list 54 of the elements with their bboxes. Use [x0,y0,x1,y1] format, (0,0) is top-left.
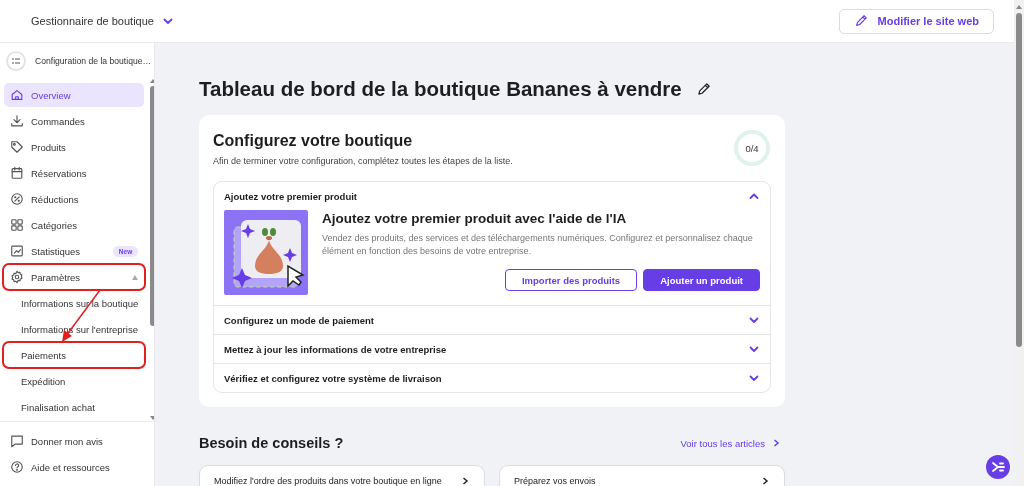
articles-link[interactable]: Voir tous les articles [680,437,781,449]
edit-website-button[interactable]: Modifier le site web [838,8,994,34]
sidebar-item[interactable]: Overview [4,83,145,107]
sidebar-item[interactable]: Réductions [4,187,145,211]
home-icon [10,88,24,102]
sidebar-item[interactable]: Expédition [4,369,145,393]
import-products-button[interactable]: Importer des produits [504,269,638,292]
sidebar-link[interactable]: Donner mon avis [10,428,154,454]
section-title: Besoin de conseils ? [199,435,344,451]
step-heading: Ajoutez votre premier produit avec l'aide de l'IA [322,211,628,226]
sidebar-item[interactable]: Réservations [4,161,145,185]
scrollbar[interactable] [1014,0,1024,486]
chevron-right-icon [460,476,470,486]
article-title: Modifiez l'ordre des produits dans votre boutique en ligne [214,476,442,486]
step-header[interactable]: Mettez à jour les informations de votre entreprise [214,335,770,363]
store-setup-link[interactable]: Configuration de la boutique… [35,56,152,66]
pencil-icon [695,81,711,97]
sidebar-item[interactable]: Catégories [4,213,145,237]
progress-count: 0/4 [745,142,759,154]
chart-icon [10,244,24,258]
assistant-button[interactable] [986,455,1010,479]
grid-icon [10,218,24,232]
sidebar-item[interactable]: Commandes [4,109,145,133]
step-header[interactable]: Vérifiez et configurez votre système de livraison [214,364,770,392]
discount-icon [10,192,24,206]
chat-icon [10,434,24,448]
chevron-right-icon [771,438,781,448]
progress-ring [733,129,771,167]
sidebar-item[interactable]: Paiements [4,343,145,367]
article-card[interactable]: Préparez vos envois [499,465,785,486]
tag-icon [10,140,24,154]
sidebar-item[interactable]: Finalisation achat [4,395,145,419]
step-description: Vendez des produits, des services et des téléchargements numériques. Configurez et personnalisez chaque élément en fonction des besoins de votre entreprise. [322,232,754,258]
arrows-icon [991,460,1005,474]
store-switcher[interactable]: Gestionnaire de boutique [31,15,154,27]
settings-icon [10,270,24,284]
add-product-button[interactable]: Ajouter un produit [643,269,760,292]
checklist-icon [6,51,26,71]
sidebar-item[interactable]: Informations sur la boutique [4,291,145,315]
sidebar-item[interactable]: Paramètres [4,265,145,289]
step-header[interactable]: Configurez un mode de paiement [214,306,770,334]
article-title: Préparez vos envois [514,476,596,486]
card-title: Configurez votre boutique [213,132,414,150]
page-title: Tableau de bord de la boutique Bananes à vendre [199,77,682,101]
sidebar-item[interactable]: Produits [4,135,145,159]
article-card[interactable]: Modifiez l'ordre des produits dans votre boutique en ligne [199,465,485,486]
calendar-icon [10,166,24,180]
chevron-right-icon [760,476,770,486]
sidebar-link[interactable]: Aide et ressources [10,454,154,480]
download-icon [10,114,24,128]
pencil-icon [853,14,868,28]
step-header[interactable]: Ajoutez votre premier produit [214,182,770,210]
card-subtitle: Afin de terminer votre configuration, complétez toutes les étapes de la liste. [213,156,513,166]
help-icon [10,460,24,474]
